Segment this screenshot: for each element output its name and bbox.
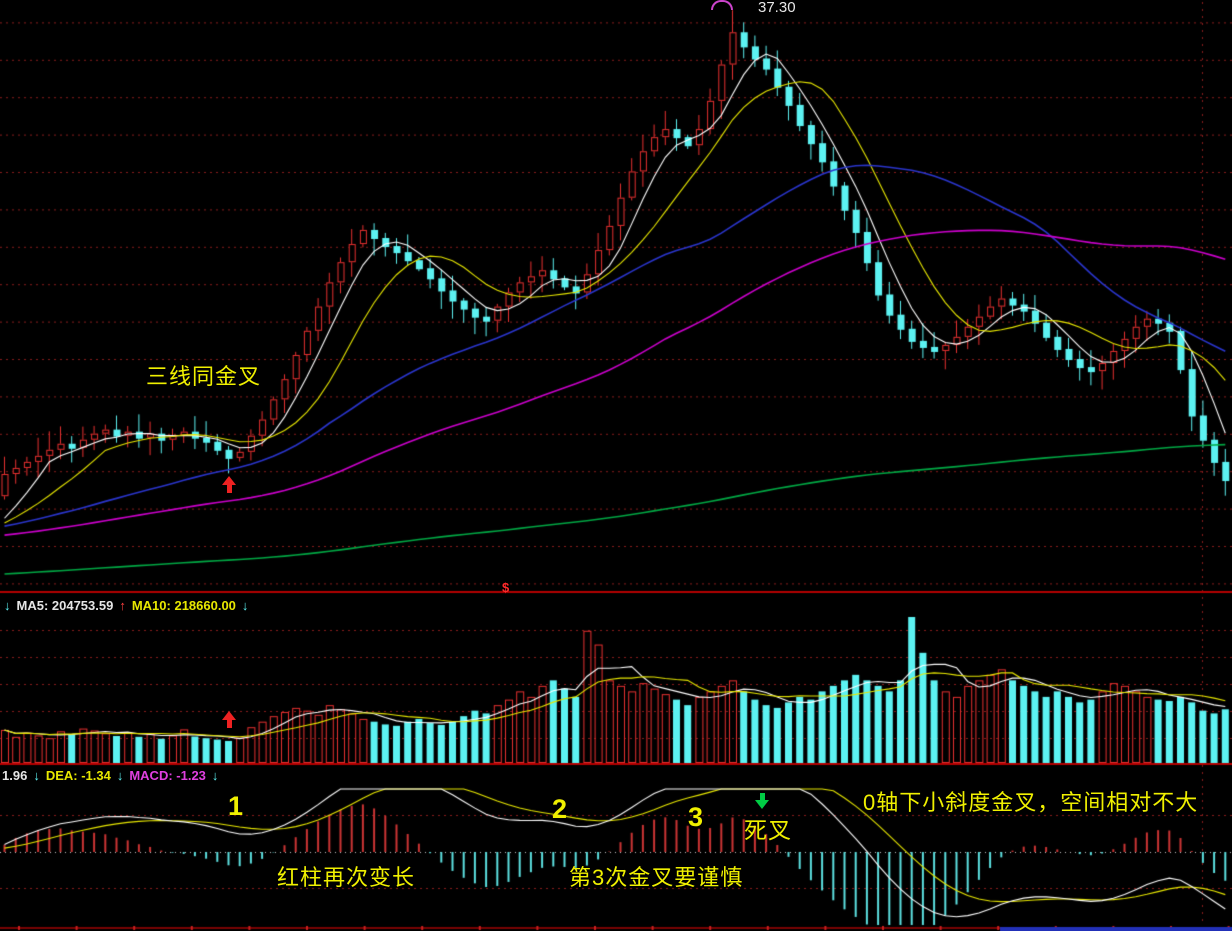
wave-count-2: 2 bbox=[552, 796, 567, 823]
macd-value-label: MACD: -1.23 bbox=[129, 769, 206, 782]
golden-cross-annotation: 三线同金叉 bbox=[146, 366, 261, 388]
volume-up-arrow-icon bbox=[222, 711, 236, 728]
arrow-head bbox=[222, 476, 236, 485]
wave-count-3: 3 bbox=[688, 804, 703, 831]
volume-ma5-label: MA5: 204753.59 bbox=[17, 599, 114, 612]
arrow-stem bbox=[760, 793, 765, 800]
arrow-stem bbox=[227, 485, 232, 493]
macd-trend-down-icon: ↓ bbox=[117, 769, 124, 782]
volume-trend-down-icon: ↓ bbox=[242, 599, 249, 612]
macd-dif-value: 1.96 bbox=[2, 769, 27, 782]
volume-header: ↓ MA5: 204753.59 ↑ MA10: 218660.00 ↓ bbox=[4, 599, 248, 612]
death-cross-label: 死叉 bbox=[744, 819, 792, 842]
red-bars-longer-note: 红柱再次变长 bbox=[277, 867, 415, 889]
death-cross-down-arrow-icon bbox=[755, 793, 769, 809]
arrow-head bbox=[755, 800, 769, 809]
buy-signal-up-arrow-icon bbox=[222, 476, 236, 493]
macd-trend-down-icon: ↓ bbox=[33, 769, 40, 782]
third-golden-cross-note: 第3次金叉要谨慎 bbox=[569, 867, 743, 889]
arrow-head bbox=[222, 711, 236, 720]
volume-ma10-label: MA10: 218660.00 bbox=[132, 599, 236, 612]
stock-chart-window: 37.30 三线同金叉 $ ↓ MA5: 204753.59 ↑ MA10: 2… bbox=[0, 0, 1232, 931]
wave-count-1: 1 bbox=[228, 793, 243, 820]
macd-header: 1.96 ↓ DEA: -1.34 ↓ MACD: -1.23 ↓ bbox=[2, 769, 218, 782]
below-zero-golden-cross-note: 0轴下小斜度金叉，空间相对不大 bbox=[863, 792, 1198, 814]
volume-trend-up-icon: ↑ bbox=[119, 599, 126, 612]
peak-price-label: 37.30 bbox=[758, 0, 796, 15]
macd-dea-label: DEA: -1.34 bbox=[46, 769, 111, 782]
macd-trend-down-icon: ↓ bbox=[212, 769, 219, 782]
event-marker-label: $ bbox=[502, 581, 509, 594]
arrow-stem bbox=[227, 720, 232, 728]
volume-trend-down-icon: ↓ bbox=[4, 599, 11, 612]
